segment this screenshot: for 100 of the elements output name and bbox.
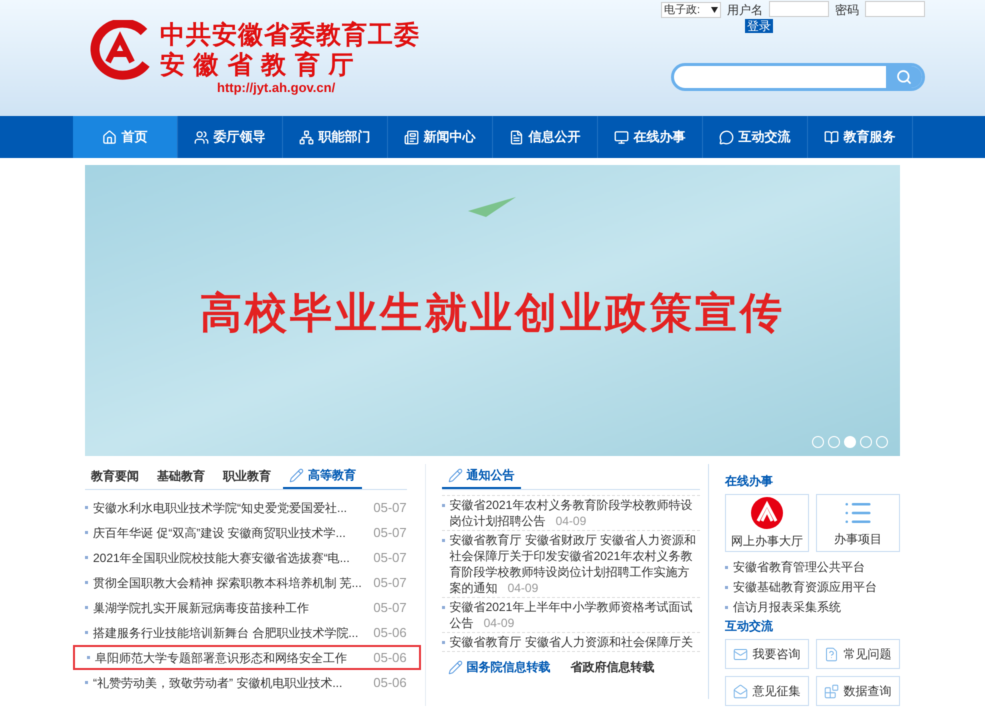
bullet-icon <box>87 656 90 659</box>
bullet-icon <box>85 581 88 584</box>
hierarchy-icon <box>298 130 314 144</box>
nav-tab[interactable]: 互动交流 <box>702 116 808 158</box>
bullet-icon <box>442 539 445 542</box>
chat-bubble-icon <box>718 130 734 144</box>
interaction-button[interactable]: 意见征集 <box>724 676 809 706</box>
news-title: 贯彻全国职教大会精神 探索职教本科培养机制 芜... <box>93 574 362 592</box>
service-tile[interactable]: 办事项目 <box>816 494 900 552</box>
section-tab[interactable]: 通知公告 <box>442 463 521 489</box>
news-title: “礼赞劳动美，致敬劳动者” 安徽机电职业技术... <box>93 674 342 692</box>
pencil-icon <box>289 468 304 482</box>
bullet-icon <box>85 631 88 634</box>
book-icon <box>824 130 838 144</box>
password-field[interactable] <box>865 1 925 17</box>
puzzle-icon <box>824 684 840 698</box>
section-tab[interactable]: 国务院信息转载 <box>442 658 551 676</box>
interaction-button[interactable]: 常见问题 <box>816 639 900 669</box>
notice-item[interactable]: 安徽省教育厅 安徽省人力资源和社会保障厅关 <box>450 634 693 650</box>
notice-item[interactable]: 安徽省2021年农村义务教育阶段学校教师特设岗位计划招聘公告 04-09 <box>450 497 700 529</box>
bullet-icon <box>85 606 88 609</box>
dropdown-caret-icon <box>711 7 718 13</box>
notice-item[interactable]: 安徽省2021年上半年中小学教师资格考试面试公告 04-09 <box>450 599 700 631</box>
site-url[interactable]: http://jyt.ah.gov.cn/ <box>217 80 420 96</box>
question-icon <box>824 646 840 662</box>
bullet-icon <box>724 566 728 568</box>
news-item[interactable]: “礼赞劳动美，致敬劳动者” 安徽机电职业技术... 05-06 <box>85 670 407 695</box>
pencil-icon <box>448 660 463 674</box>
news-title: 2021年全国职业院校技能大赛安徽省选拔赛“电... <box>93 550 350 566</box>
news-tab[interactable]: 基础教育 <box>151 463 211 489</box>
news-date: 05-06 <box>373 674 407 692</box>
tile-label: 网上办事大厅 <box>730 533 803 550</box>
section-heading: 在线办事 <box>724 473 774 490</box>
login-button[interactable]: 登录 <box>745 19 773 33</box>
pencil-icon <box>448 468 463 482</box>
paper-plane-icon <box>468 195 518 219</box>
news-title: 庆百年华诞 促“双高”建设 安徽商贸职业技术学... <box>93 524 346 542</box>
news-item[interactable]: 庆百年华诞 促“双高”建设 安徽商贸职业技术学... 05-07 <box>85 520 407 545</box>
platform-link[interactable]: 信访月报表采集系统 <box>732 598 841 616</box>
news-tab[interactable]: 教育要闻 <box>85 463 145 489</box>
section-tab[interactable]: 省政府信息转载 <box>570 658 655 676</box>
file-icon <box>508 130 524 144</box>
open-mail-icon <box>733 684 748 698</box>
tile-label: 办事项目 <box>834 531 882 548</box>
section-heading: 互动交流 <box>724 618 774 635</box>
nav-tab[interactable]: 信息公开 <box>492 116 598 158</box>
nav-tab[interactable]: 首页 <box>72 116 178 158</box>
nav-tab[interactable]: 教育服务 <box>808 116 912 158</box>
news-item[interactable]: 阜阳师范大学专题部署意识形态和网络安全工作 05-06 <box>73 645 421 670</box>
nav-tab[interactable]: 委厅领导 <box>178 116 282 158</box>
search-field[interactable] <box>671 63 925 91</box>
interaction-button[interactable]: 我要咨询 <box>724 639 809 669</box>
news-item[interactable]: 2021年全国职业院校技能大赛安徽省选拔赛“电... 05-07 <box>85 545 407 570</box>
people-icon <box>194 130 208 144</box>
news-date: 05-07 <box>373 548 407 567</box>
platform-link[interactable]: 安徽基础教育资源应用平台 <box>732 578 877 596</box>
nav-tab[interactable]: 在线办事 <box>598 116 702 158</box>
system-select[interactable]: 电子政: <box>661 2 721 18</box>
document-icon <box>404 130 418 144</box>
bullet-icon <box>85 681 88 684</box>
bullet-icon <box>85 531 88 534</box>
bullet-icon <box>442 504 445 507</box>
interaction-button[interactable]: 数据查询 <box>816 676 900 706</box>
bullet-icon <box>85 556 88 559</box>
notice-item[interactable]: 安徽省教育厅 安徽省财政厅 安徽省人力资源和社会保障厅关于印发安徽省2021年农村义务教育阶段学校教师特设岗位计划招聘工作实施方案的通知 04-09 <box>450 532 700 596</box>
bullet-icon <box>724 586 728 588</box>
bullet-icon <box>442 641 445 644</box>
news-tab[interactable]: 职业教育 <box>217 463 277 489</box>
monitor-icon <box>614 130 628 144</box>
site-subtitle: 安 徽 省 教 育 厅 <box>160 50 355 80</box>
bullet-icon <box>724 606 728 608</box>
news-title: 阜阳师范大学专题部署意识形态和网络安全工作 <box>95 650 347 666</box>
news-title: 安徽水利水电职业技术学院“知史爱党爱国爱社... <box>93 500 347 516</box>
username-field[interactable] <box>769 1 829 17</box>
platform-link[interactable]: 安徽省教育管理公共平台 <box>732 558 865 576</box>
news-item[interactable]: 巢湖学院扎实开展新冠病毒疫苗接种工作 05-07 <box>85 595 407 620</box>
nav-tab[interactable]: 职能部门 <box>282 116 388 158</box>
bullet-icon <box>442 606 445 609</box>
news-tab[interactable]: 高等教育 <box>283 463 362 489</box>
news-item[interactable]: 搭建服务行业技能培训新舞台 合肥职业技术学院... 05-06 <box>85 620 407 645</box>
username-label: 用户名 <box>727 2 763 19</box>
news-date: 05-06 <box>373 648 407 667</box>
bullet-icon <box>85 506 88 509</box>
news-title: 搭建服务行业技能培训新舞台 合肥职业技术学院... <box>93 624 358 642</box>
news-title: 巢湖学院扎实开展新冠病毒疫苗接种工作 <box>93 600 309 616</box>
news-item[interactable]: 贯彻全国职教大会精神 探索职教本科培养机制 芜... 05-07 <box>85 570 407 595</box>
nav-tab[interactable]: 新闻中心 <box>388 116 492 158</box>
search-icon[interactable] <box>886 66 922 88</box>
news-date: 05-06 <box>373 624 407 642</box>
service-tile[interactable]: 网上办事大厅 <box>724 494 809 552</box>
news-date: 05-07 <box>373 498 407 517</box>
home-icon <box>102 130 116 144</box>
news-date: 05-07 <box>373 598 407 617</box>
news-date: 05-07 <box>373 574 407 592</box>
news-date: 05-07 <box>373 524 407 542</box>
mail-icon <box>733 646 748 662</box>
emblem-icon <box>750 496 784 530</box>
site-title: 中共安徽省委教育工委 <box>160 20 420 50</box>
news-item[interactable]: 安徽水利水电职业技术学院“知史爱党爱国爱社... 05-07 <box>85 495 407 520</box>
banner-headline: 高校毕业生就业创业政策宣传 <box>200 287 785 339</box>
